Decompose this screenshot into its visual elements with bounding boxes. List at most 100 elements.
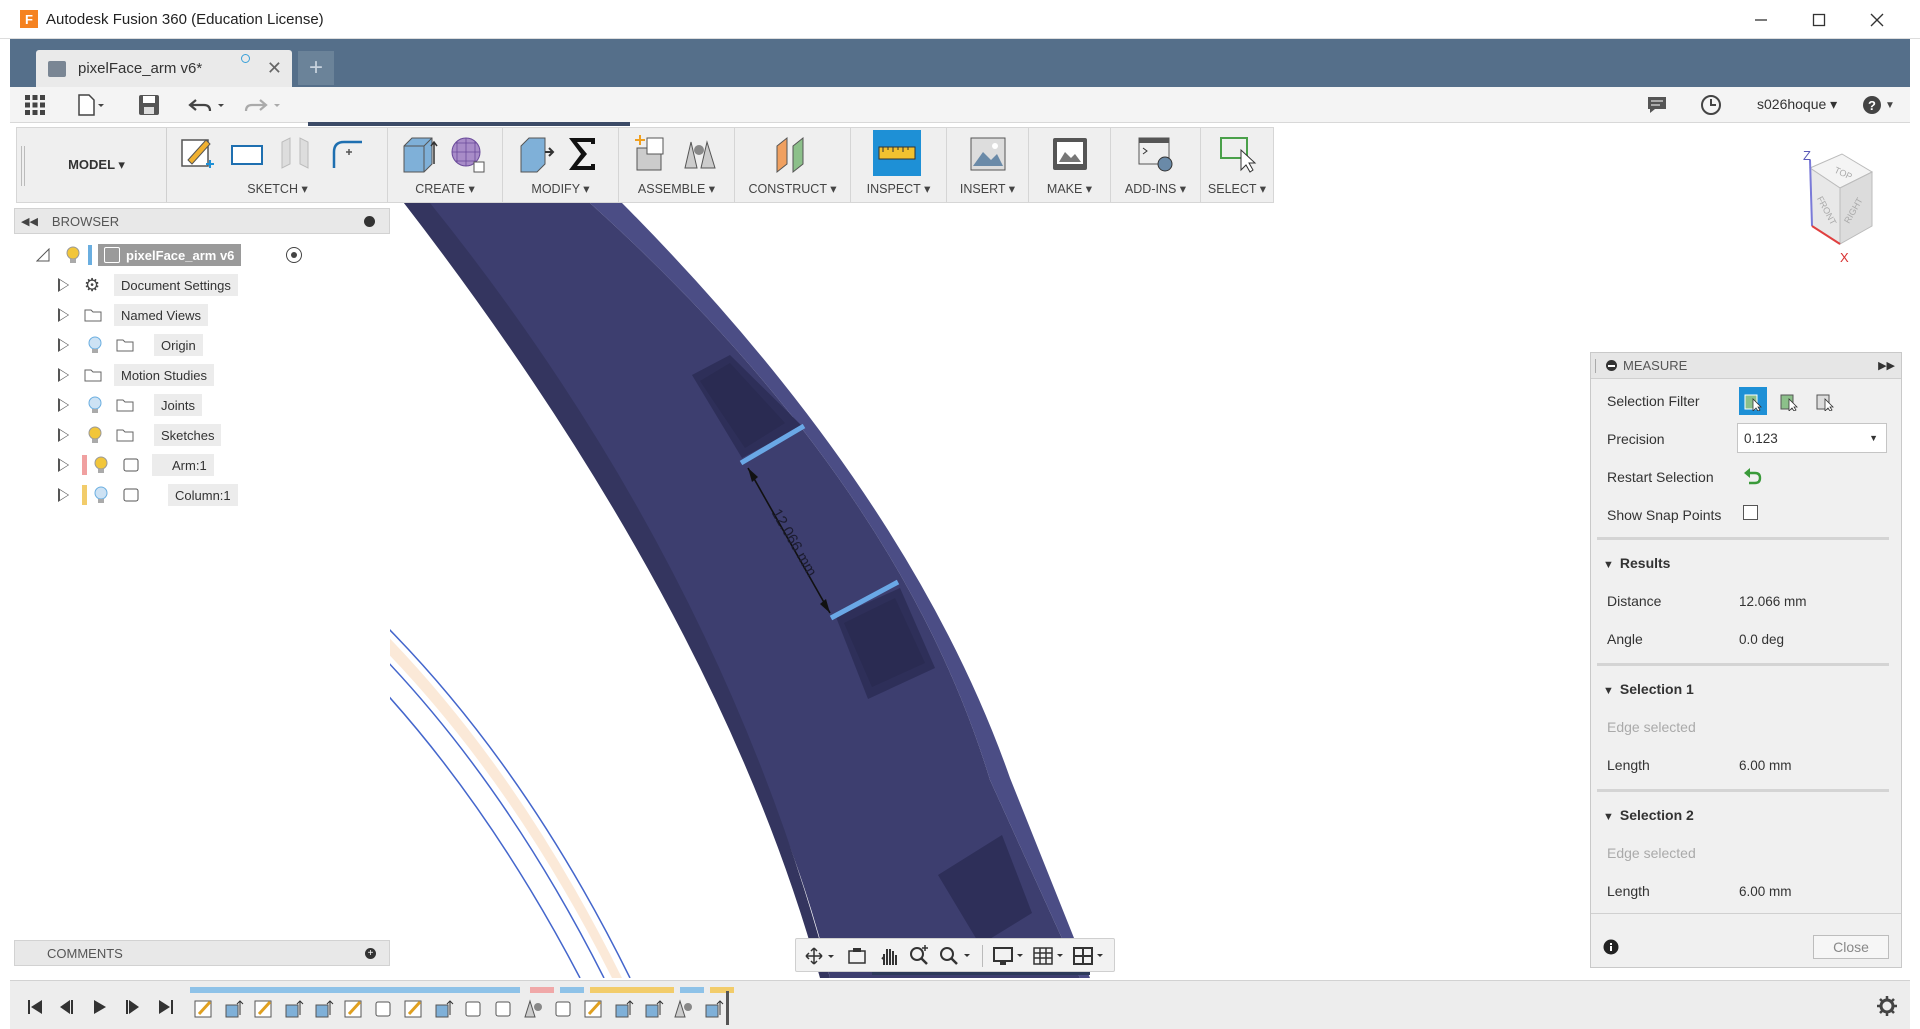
tree-item-column[interactable]: Column:1 xyxy=(14,482,314,508)
visibility-bulb-off-icon[interactable] xyxy=(88,336,102,354)
add-ins-menu-label[interactable]: ADD-INS ▾ xyxy=(1111,181,1200,196)
assemble-group[interactable]: ASSEMBLE ▾ xyxy=(619,128,735,202)
timeline-feature-extrude-icon[interactable] xyxy=(610,995,636,1021)
undo-button[interactable] xyxy=(188,91,228,119)
3d-viewport[interactable]: 12.066 mm xyxy=(390,203,1590,978)
sketch-group[interactable]: SKETCH ▾ xyxy=(168,128,388,202)
select-menu-label[interactable]: SELECT ▾ xyxy=(1201,181,1273,196)
filter-face-button[interactable] xyxy=(1739,387,1767,415)
file-menu-button[interactable] xyxy=(76,91,106,119)
tree-item-joints[interactable]: Joints xyxy=(14,392,314,418)
document-tab[interactable]: pixelFace_arm v6* ✕ xyxy=(36,50,292,87)
timeline-feature-joint-icon[interactable] xyxy=(670,995,696,1021)
modify-menu-label[interactable]: MODIFY ▾ xyxy=(503,181,618,196)
add-ins-group[interactable]: ADD-INS ▾ xyxy=(1111,128,1201,202)
sketch-menu-label[interactable]: SKETCH ▾ xyxy=(168,181,387,196)
inspect-menu-label[interactable]: INSPECT ▾ xyxy=(851,181,946,196)
assemble-menu-label[interactable]: ASSEMBLE ▾ xyxy=(619,181,734,196)
data-panel-button[interactable] xyxy=(24,91,46,119)
timeline-feature-sketch-icon[interactable] xyxy=(580,995,606,1021)
tree-root[interactable]: pixelFace_arm v6 xyxy=(14,242,314,268)
timeline-feature-sketch-icon[interactable] xyxy=(400,995,426,1021)
insert-menu-label[interactable]: INSERT ▾ xyxy=(947,181,1028,196)
timeline-feature-extrude-icon[interactable] xyxy=(220,995,246,1021)
zoom-window-icon[interactable] xyxy=(938,945,976,967)
filter-edge-button[interactable] xyxy=(1775,387,1803,415)
timeline-feature-extrude-icon[interactable] xyxy=(700,995,726,1021)
collapse-browser-icon[interactable]: ◀◀ xyxy=(21,215,38,228)
restart-icon[interactable] xyxy=(1741,465,1763,487)
expand-triangle-icon[interactable] xyxy=(58,338,69,352)
insert-group[interactable]: INSERT ▾ xyxy=(947,128,1029,202)
measure-tool-button[interactable] xyxy=(873,130,921,176)
create-menu-label[interactable]: CREATE ▾ xyxy=(388,181,502,196)
results-section-header[interactable]: ▼ Results xyxy=(1603,555,1670,571)
close-tab-icon[interactable]: ✕ xyxy=(267,58,282,79)
redo-button[interactable] xyxy=(244,91,284,119)
expand-triangle-icon[interactable] xyxy=(58,278,69,292)
timeline-feature-extrude-icon[interactable] xyxy=(430,995,456,1021)
help-menu[interactable]: ? ▼ xyxy=(1862,91,1895,119)
filter-body-button[interactable] xyxy=(1811,387,1839,415)
save-button[interactable] xyxy=(138,91,160,119)
root-component-label[interactable]: pixelFace_arm v6 xyxy=(98,244,242,266)
new-tab-button[interactable]: + xyxy=(298,51,334,85)
modify-group[interactable]: MODIFY ▾ xyxy=(503,128,619,202)
pan-icon[interactable] xyxy=(878,945,900,967)
timeline-feature-sketch-icon[interactable] xyxy=(250,995,276,1021)
expand-triangle-icon[interactable] xyxy=(58,368,69,382)
selection-1-section-header[interactable]: ▼ Selection 1 xyxy=(1603,681,1694,697)
orbit-icon[interactable] xyxy=(804,946,836,966)
info-icon[interactable] xyxy=(1603,939,1619,955)
selection-2-section-header[interactable]: ▼ Selection 2 xyxy=(1603,807,1694,823)
tree-item-origin[interactable]: Origin xyxy=(14,332,314,358)
look-at-icon[interactable] xyxy=(846,946,868,966)
close-button[interactable]: Close xyxy=(1813,935,1889,959)
expand-triangle-icon[interactable] xyxy=(58,428,69,442)
tree-item-arm[interactable]: Arm:1 xyxy=(14,452,314,478)
collapse-dialog-icon[interactable] xyxy=(1606,360,1617,371)
expand-triangle-icon[interactable] xyxy=(58,458,69,472)
add-comment-icon[interactable]: + xyxy=(365,948,376,959)
show-snap-points-checkbox[interactable] xyxy=(1743,505,1758,520)
visibility-bulb-off-icon[interactable] xyxy=(88,396,102,414)
select-group[interactable]: SELECT ▾ xyxy=(1201,128,1273,202)
timeline-feature-sketch-icon[interactable] xyxy=(340,995,366,1021)
browser-header[interactable]: ◀◀ BROWSER xyxy=(14,208,390,234)
tree-item-named-views[interactable]: Named Views xyxy=(14,302,314,328)
expand-triangle-icon[interactable] xyxy=(58,398,69,412)
zoom-icon[interactable] xyxy=(908,945,930,967)
minimize-button[interactable] xyxy=(1732,0,1790,39)
expanded-triangle-icon[interactable] xyxy=(36,248,50,262)
viewports-icon[interactable] xyxy=(1072,945,1108,967)
make-menu-label[interactable]: MAKE ▾ xyxy=(1029,181,1110,196)
user-account-menu[interactable]: s026hoque ▾ xyxy=(1757,96,1837,113)
make-group[interactable]: MAKE ▾ xyxy=(1029,128,1111,202)
visibility-bulb-off-icon[interactable] xyxy=(94,486,108,504)
measure-header[interactable]: MEASURE ▶▶ xyxy=(1591,353,1901,379)
activate-radio-icon[interactable] xyxy=(286,247,302,263)
close-window-button[interactable] xyxy=(1848,0,1906,39)
timeline-feature-extrude-icon[interactable] xyxy=(280,995,306,1021)
grid-settings-icon[interactable] xyxy=(1032,945,1068,967)
precision-select[interactable]: 0.123 ▼ xyxy=(1737,423,1887,453)
job-status-button[interactable] xyxy=(1646,91,1668,119)
visibility-bulb-icon[interactable] xyxy=(94,456,108,474)
timeline-settings-icon[interactable] xyxy=(1876,995,1898,1017)
history-button[interactable] xyxy=(1700,91,1722,119)
expand-triangle-icon[interactable] xyxy=(58,308,69,322)
create-group[interactable]: CREATE ▾ xyxy=(388,128,503,202)
timeline-feature-extrude-icon[interactable] xyxy=(310,995,336,1021)
timeline-feature-pattern-icon[interactable] xyxy=(460,995,486,1021)
timeline-marker[interactable] xyxy=(726,991,729,1025)
construct-menu-label[interactable]: CONSTRUCT ▾ xyxy=(735,181,850,196)
tree-item-sketches[interactable]: Sketches xyxy=(14,422,314,448)
visibility-bulb-icon[interactable] xyxy=(88,426,102,444)
timeline-feature-body-icon[interactable] xyxy=(490,995,516,1021)
workspace-switcher[interactable]: MODEL ▾ xyxy=(27,128,167,202)
timeline-feature-joint-icon[interactable] xyxy=(520,995,546,1021)
comments-panel[interactable]: COMMENTS + xyxy=(14,940,390,966)
visibility-bulb-icon[interactable] xyxy=(66,246,80,264)
inspect-group[interactable]: INSPECT ▾ xyxy=(851,128,947,202)
timeline-playback-controls[interactable] xyxy=(20,997,180,1017)
